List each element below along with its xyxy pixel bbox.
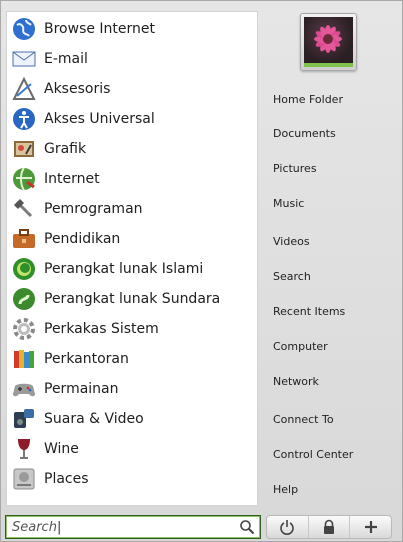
graphics-icon xyxy=(9,135,39,163)
category-item-grafik[interactable]: Grafik xyxy=(7,134,257,164)
add-button[interactable] xyxy=(350,516,391,538)
places-item-network[interactable]: Network xyxy=(273,370,393,392)
category-item-permainan[interactable]: Permainan xyxy=(7,374,257,404)
category-item-browse-internet[interactable]: Browse Internet xyxy=(7,14,257,44)
search-input[interactable]: Search xyxy=(5,515,261,539)
category-label: Aksesoris xyxy=(44,81,111,97)
search-icon[interactable] xyxy=(239,519,255,535)
lock-screen-button[interactable] xyxy=(309,516,351,538)
search-placeholder: Search xyxy=(12,520,239,535)
sundanese-software-icon xyxy=(9,285,39,313)
category-item-aksesoris[interactable]: Aksesoris xyxy=(7,74,257,104)
places-item-videos[interactable]: Videos xyxy=(273,230,393,252)
category-item-internet[interactable]: Internet xyxy=(7,164,257,194)
gear-icon xyxy=(9,315,39,343)
session-button-bar xyxy=(266,515,392,539)
category-item-places[interactable]: Places xyxy=(7,464,257,494)
hammer-icon xyxy=(9,195,39,223)
places-item-search[interactable]: Search xyxy=(273,265,393,287)
shutdown-button[interactable] xyxy=(267,516,309,538)
lock-icon xyxy=(321,519,337,535)
envelope-icon xyxy=(9,45,39,73)
category-label: Wine xyxy=(44,441,79,457)
category-label: Grafik xyxy=(44,141,87,157)
avatar-accent-bar xyxy=(304,63,353,67)
places-item-connect-to[interactable]: Connect To xyxy=(273,408,393,430)
power-icon xyxy=(279,519,295,535)
places-item-home-folder[interactable]: Home Folder xyxy=(273,88,393,110)
category-item-pendidikan[interactable]: Pendidikan xyxy=(7,224,257,254)
category-label: Pemrograman xyxy=(44,201,143,217)
accessibility-icon xyxy=(9,105,39,133)
category-label: Akses Universal xyxy=(44,111,155,127)
category-label: Browse Internet xyxy=(44,21,156,37)
category-item-perkantoran[interactable]: Perkantoran xyxy=(7,344,257,374)
internet-icon xyxy=(9,165,39,193)
category-item-akses-universal[interactable]: Akses Universal xyxy=(7,104,257,134)
places-panel: Home Folder Documents Pictures Music Vid… xyxy=(259,11,401,511)
toolbox-icon xyxy=(9,225,39,253)
accessories-icon xyxy=(9,75,39,103)
globe-icon xyxy=(9,15,39,43)
category-item-wine[interactable]: Wine xyxy=(7,434,257,464)
category-item-perkakas-sistem[interactable]: Perkakas Sistem xyxy=(7,314,257,344)
gamepad-icon xyxy=(9,375,39,403)
places-item-help[interactable]: Help xyxy=(273,478,393,500)
places-item-recent-items[interactable]: Recent Items xyxy=(273,300,393,322)
category-item-email[interactable]: E-mail xyxy=(7,44,257,74)
category-label: Suara & Video xyxy=(44,411,144,427)
places-item-computer[interactable]: Computer xyxy=(273,335,393,357)
category-item-suara-video[interactable]: Suara & Video xyxy=(7,404,257,434)
hard-drive-icon xyxy=(9,465,39,493)
plus-icon xyxy=(363,519,379,535)
places-item-music[interactable]: Music xyxy=(273,192,393,214)
category-label: Internet xyxy=(44,171,100,187)
category-item-perangkat-lunak-islami[interactable]: Perangkat lunak Islami xyxy=(7,254,257,284)
category-item-perangkat-lunak-sundara[interactable]: Perangkat lunak Sundara xyxy=(7,284,257,314)
category-item-pemrograman[interactable]: Pemrograman xyxy=(7,194,257,224)
category-list: Browse Internet E-mail Aksesoris Akses U… xyxy=(6,11,258,506)
category-label: Perangkat lunak Islami xyxy=(44,261,204,277)
places-item-documents[interactable]: Documents xyxy=(273,122,393,144)
category-label: Permainan xyxy=(44,381,119,397)
category-label: Perkantoran xyxy=(44,351,129,367)
avatar[interactable] xyxy=(300,13,357,71)
flower-avatar-image xyxy=(304,17,353,63)
places-item-pictures[interactable]: Pictures xyxy=(273,157,393,179)
places-item-control-center[interactable]: Control Center xyxy=(273,443,393,465)
category-label: E-mail xyxy=(44,51,88,67)
speaker-icon xyxy=(9,405,39,433)
islamic-software-icon xyxy=(9,255,39,283)
category-label: Perkakas Sistem xyxy=(44,321,159,337)
category-label: Places xyxy=(44,471,89,487)
category-label: Perangkat lunak Sundara xyxy=(44,291,221,307)
wine-glass-icon xyxy=(9,435,39,463)
books-icon xyxy=(9,345,39,373)
category-label: Pendidikan xyxy=(44,231,121,247)
